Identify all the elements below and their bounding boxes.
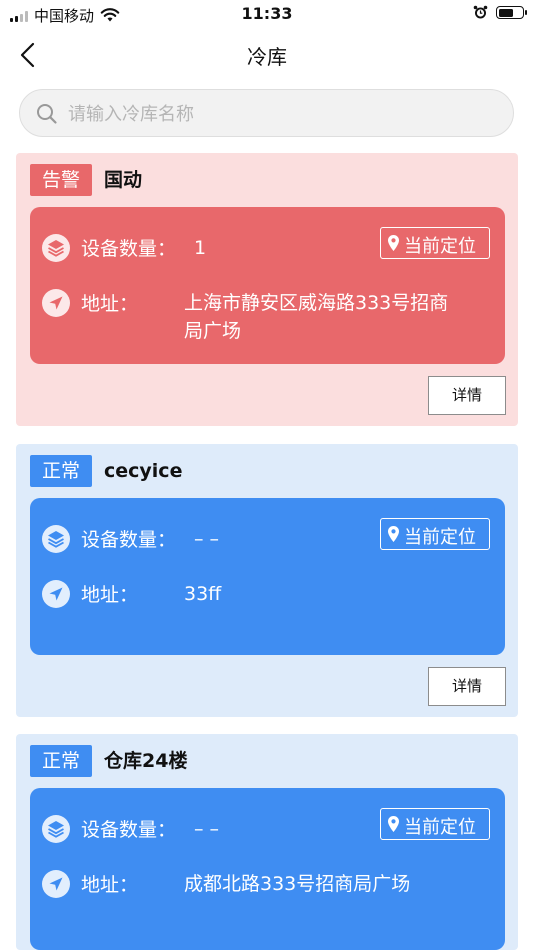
location-button-label: 当前定位 — [404, 527, 476, 548]
detail-button[interactable]: 详情 — [428, 376, 506, 415]
status-badge: 告警 — [30, 164, 92, 196]
status-badge: 正常 — [30, 745, 92, 777]
address-label: 地址： — [81, 874, 139, 896]
address-line: 成都北路333号招商局广场 — [184, 873, 411, 895]
nav-bar: 冷库 — [0, 28, 534, 82]
detail-button[interactable]: 详情 — [428, 667, 506, 706]
device-count-value: – – — [194, 528, 220, 550]
navigation-arrow-icon — [42, 870, 70, 898]
address-value: 33ff — [184, 580, 494, 608]
address-line: 上海市静安区威海路333号招商 — [184, 292, 449, 314]
navigation-arrow-icon — [42, 580, 70, 608]
map-pin-icon — [388, 235, 399, 251]
status-time: 11:33 — [241, 4, 293, 23]
device-count-label: 设备数量： — [81, 529, 177, 551]
alarm-clock-icon — [473, 5, 488, 19]
layers-icon — [42, 525, 70, 553]
device-count-value: 1 — [194, 237, 207, 259]
battery-icon — [496, 6, 527, 19]
page-title: 冷库 — [247, 45, 287, 69]
storage-name: 仓库24楼 — [104, 750, 188, 772]
address-label: 地址： — [81, 293, 139, 315]
storage-name: cecyice — [104, 460, 183, 482]
current-location-button[interactable]: 当前定位 — [380, 518, 490, 550]
storage-info-panel: 设备数量： – – 当前定位 地址： 成都北路333号招商局广场 — [30, 788, 505, 950]
search-input[interactable] — [66, 90, 490, 138]
device-count-value: – – — [194, 818, 220, 840]
search-bar[interactable] — [19, 89, 514, 138]
cold-storage-card: 正常 仓库24楼 设备数量： – – 当前定位 地址： 成都北路333号招商局广 — [16, 734, 518, 950]
address-label: 地址： — [81, 584, 139, 606]
navigation-arrow-icon — [42, 289, 70, 317]
map-pin-icon — [388, 816, 399, 832]
address-line: 33ff — [184, 583, 222, 605]
status-right — [473, 5, 527, 20]
map-pin-icon — [388, 526, 399, 542]
address-value: 上海市静安区威海路333号招商 局广场 — [184, 289, 494, 345]
cold-storage-card: 告警 国动 设备数量： 1 当前定位 地址： 上海市静安区威海路333号招商 局… — [16, 153, 518, 426]
location-button-label: 当前定位 — [404, 817, 476, 838]
layers-icon — [42, 234, 70, 262]
current-location-button[interactable]: 当前定位 — [380, 808, 490, 840]
storage-info-panel: 设备数量： 1 当前定位 地址： 上海市静安区威海路333号招商 局广场 — [30, 207, 505, 364]
storage-info-panel: 设备数量： – – 当前定位 地址： 33ff — [30, 498, 505, 655]
status-bar: 中国移动 11:33 — [0, 0, 534, 28]
cold-storage-card: 正常 cecyice 设备数量： – – 当前定位 地址： 33ff 详情 — [16, 444, 518, 717]
current-location-button[interactable]: 当前定位 — [380, 227, 490, 259]
address-line: 局广场 — [184, 320, 242, 342]
storage-name: 国动 — [104, 169, 143, 191]
layers-icon — [42, 815, 70, 843]
device-count-label: 设备数量： — [81, 819, 177, 841]
search-icon — [37, 104, 57, 124]
status-badge: 正常 — [30, 455, 92, 487]
location-button-label: 当前定位 — [404, 236, 476, 257]
device-count-label: 设备数量： — [81, 238, 177, 260]
address-value: 成都北路333号招商局广场 — [184, 870, 494, 898]
